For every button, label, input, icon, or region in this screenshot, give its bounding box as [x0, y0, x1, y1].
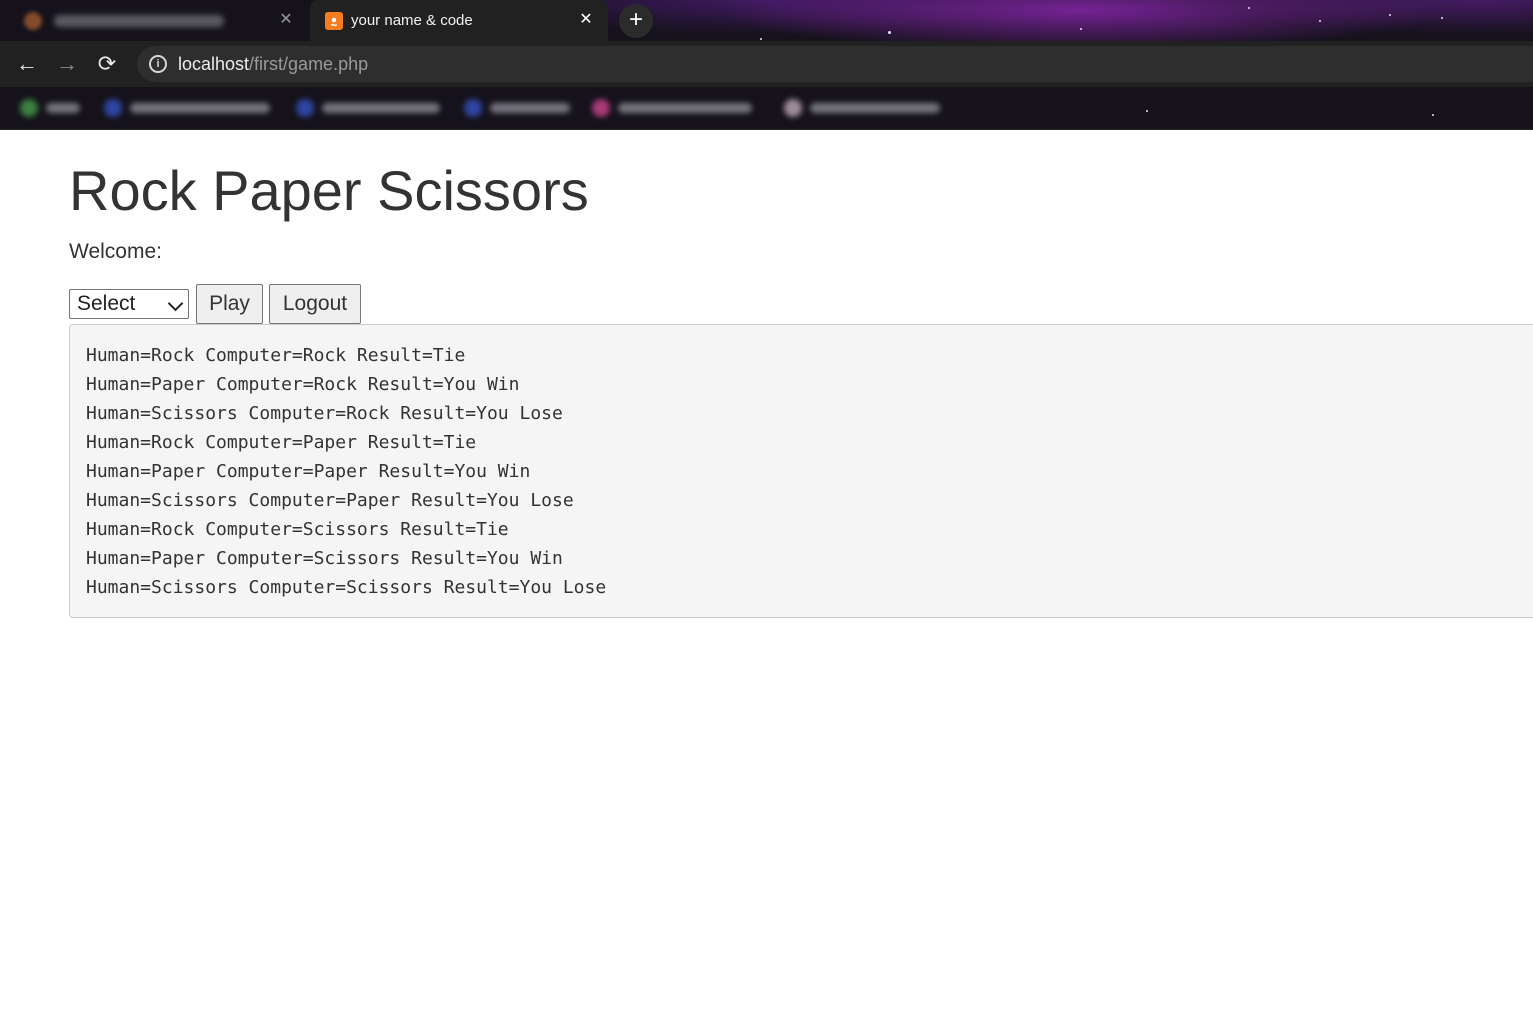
new-tab-button[interactable]: + — [619, 4, 653, 38]
move-select[interactable]: Select — [69, 289, 189, 319]
move-select-value: Select — [77, 292, 136, 315]
bookmark-item[interactable] — [784, 97, 940, 119]
result-line: Human=Paper Computer=Paper Result=You Wi… — [86, 461, 531, 482]
tab-strip: ✕ ꔸ your name & code ✕ + — [0, 0, 1533, 41]
play-button[interactable]: Play — [196, 284, 263, 324]
result-line: Human=Paper Computer=Scissors Result=You… — [86, 548, 563, 569]
url-path: /first/game.php — [249, 54, 369, 74]
bookmarks-bar — [0, 87, 1533, 129]
url-host: localhost — [178, 54, 250, 74]
bookmark-item[interactable] — [20, 97, 80, 119]
reload-icon[interactable]: ⟳ — [92, 49, 122, 79]
bookmark-item[interactable] — [104, 97, 270, 119]
chevron-down-icon — [167, 295, 184, 312]
forward-arrow-icon[interactable]: → — [52, 49, 82, 79]
bookmark-item[interactable] — [296, 97, 440, 119]
logout-button[interactable]: Logout — [269, 284, 361, 324]
result-line: Human=Rock Computer=Rock Result=Tie — [86, 345, 466, 366]
page-title: Rock Paper Scissors — [69, 159, 589, 222]
result-line: Human=Scissors Computer=Rock Result=You … — [86, 403, 563, 424]
bookmark-item[interactable] — [464, 97, 570, 119]
browser-toolbar: ← → ⟳ i localhost/first/game.php — [0, 41, 1533, 87]
results-box: Human=Rock Computer=Rock Result=Tie Huma… — [69, 324, 1533, 618]
address-bar[interactable]: i localhost/first/game.php — [137, 46, 1533, 82]
result-line: Human=Rock Computer=Paper Result=Tie — [86, 432, 477, 453]
bookmark-item[interactable] — [592, 97, 752, 119]
result-line: Human=Scissors Computer=Paper Result=You… — [86, 490, 574, 511]
result-line: Human=Rock Computer=Scissors Result=Tie — [86, 519, 509, 540]
tab-inactive[interactable]: ✕ — [10, 0, 308, 41]
page-content: Rock Paper Scissors Welcome: Select Play… — [0, 130, 1533, 1025]
result-line: Human=Scissors Computer=Scissors Result=… — [86, 577, 607, 598]
info-icon[interactable]: i — [149, 55, 167, 73]
tab-close-icon[interactable]: ✕ — [576, 10, 596, 30]
back-arrow-icon[interactable]: ← — [12, 49, 42, 79]
browser-chrome: ✕ ꔸ your name & code ✕ + ← → ⟳ i localho… — [0, 0, 1533, 130]
tab-favicon-icon — [24, 11, 42, 30]
tab-title-blurred — [54, 14, 224, 27]
tab-title: your name & code — [351, 12, 473, 29]
url-text[interactable]: localhost/first/game.php — [178, 54, 368, 75]
xampp-favicon-icon: ꔸ — [325, 11, 343, 30]
tab-close-icon[interactable]: ✕ — [276, 10, 296, 30]
tab-active[interactable]: ꔸ your name & code ✕ — [310, 0, 608, 41]
result-line: Human=Paper Computer=Rock Result=You Win — [86, 374, 520, 395]
welcome-text: Welcome: — [69, 240, 162, 263]
